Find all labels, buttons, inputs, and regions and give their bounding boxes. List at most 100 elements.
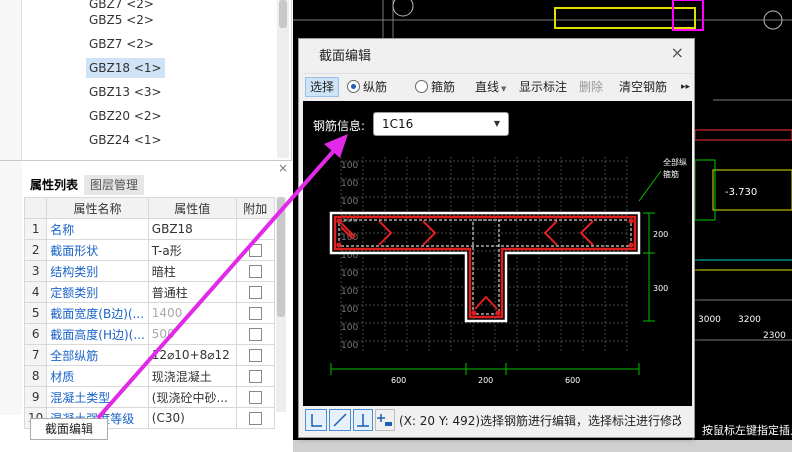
column-header-name: 属性名称 bbox=[46, 197, 149, 219]
rebar-info-value: 1C16 bbox=[382, 117, 414, 131]
chevron-down-icon: ▼ bbox=[493, 119, 500, 128]
tab-layer-manager[interactable]: 图层管理 bbox=[84, 175, 145, 195]
property-name: 全部纵筋 bbox=[46, 344, 149, 366]
radio-icon bbox=[415, 80, 428, 93]
row-num: 6 bbox=[23, 323, 48, 345]
tree-item[interactable]: GBZ5 <2> bbox=[86, 10, 157, 30]
table-row[interactable]: 7 全部纵筋 12⌀10+8⌀12 bbox=[23, 344, 275, 366]
clear-rebar-button[interactable]: 清空钢筋 bbox=[619, 77, 667, 97]
radio-checked-icon bbox=[347, 80, 360, 93]
extra-cell bbox=[235, 323, 275, 345]
row-num: 5 bbox=[23, 302, 48, 324]
row-num: 7 bbox=[23, 344, 48, 366]
extra-checkbox[interactable] bbox=[248, 265, 262, 278]
property-value: 500 bbox=[147, 323, 237, 345]
property-value[interactable]: 12⌀10+8⌀12 bbox=[147, 344, 237, 366]
property-value: 1400 bbox=[147, 302, 237, 324]
property-name: 定额类别 bbox=[46, 281, 149, 303]
tree-item[interactable]: GBZ13 <3> bbox=[86, 82, 165, 102]
annotation-text: 全部纵 bbox=[663, 157, 687, 167]
table-row[interactable]: 3 结构类别 暗柱 bbox=[23, 260, 275, 282]
dim-label: 300 bbox=[653, 284, 668, 293]
property-value[interactable]: T-a形 bbox=[147, 239, 237, 261]
delete-button[interactable]: 删除 bbox=[579, 77, 603, 97]
grid-label: 100 bbox=[341, 323, 358, 333]
grid-label: 100 bbox=[341, 161, 358, 171]
grid-label: 100 bbox=[341, 341, 358, 351]
tree-scrollbar[interactable] bbox=[277, 0, 289, 158]
column-header-num bbox=[23, 197, 48, 219]
extra-cell bbox=[235, 260, 275, 282]
dim-label: 600 bbox=[391, 376, 406, 385]
line-dropdown[interactable]: 直线 ▼ bbox=[475, 77, 506, 97]
close-icon[interactable]: × bbox=[671, 43, 684, 62]
dim-label: 200 bbox=[478, 376, 493, 385]
table-row[interactable]: 6 截面高度(H边)(... 500 bbox=[23, 323, 275, 345]
dim-label: 200 bbox=[653, 230, 668, 239]
extra-cell bbox=[235, 218, 275, 240]
cad-dim-text: 3000 bbox=[698, 315, 721, 325]
row-num: 1 bbox=[23, 218, 48, 240]
extra-checkbox[interactable] bbox=[248, 349, 262, 362]
extra-cell bbox=[235, 365, 275, 387]
close-icon[interactable]: × bbox=[278, 161, 288, 175]
extra-checkbox[interactable] bbox=[248, 244, 262, 257]
tree-item[interactable]: GBZ20 <2> bbox=[86, 106, 165, 126]
extra-checkbox[interactable] bbox=[248, 370, 262, 383]
tree-item-selected[interactable]: GBZ18 <1> bbox=[86, 58, 165, 78]
perpendicular-icon[interactable] bbox=[353, 409, 373, 431]
row-num: 2 bbox=[23, 239, 48, 261]
cad-dim-text: 2300 bbox=[763, 331, 786, 341]
section-edit-dialog: 截面编辑 × 选择 纵筋 箍筋 直线 ▼ 显示标注 删除 清空钢筋 ▸▸ 100 1… bbox=[298, 38, 695, 438]
add-point-icon[interactable] bbox=[375, 409, 395, 431]
tab-property-list[interactable]: 属性列表 bbox=[24, 175, 85, 195]
more-icon[interactable]: ▸▸ bbox=[681, 77, 690, 97]
tree-gutter bbox=[0, 0, 22, 160]
section-canvas[interactable]: 100 100 100 100 100 100 100 100 100 100 100 bbox=[303, 101, 692, 406]
property-value[interactable]: 现浇混凝土 bbox=[147, 365, 237, 387]
extra-checkbox[interactable] bbox=[248, 307, 262, 320]
rebar-info-select[interactable]: 1C16 ▼ bbox=[373, 112, 509, 136]
grid-label: 100 bbox=[341, 287, 358, 297]
panel-gutter bbox=[0, 161, 22, 415]
property-scrollbar[interactable] bbox=[276, 197, 286, 412]
extra-checkbox[interactable] bbox=[248, 286, 262, 299]
table-row[interactable]: 5 截面宽度(B边)(... 1400 bbox=[23, 302, 275, 324]
table-row[interactable]: 2 截面形状 T-a形 bbox=[23, 239, 275, 261]
slope-icon[interactable] bbox=[329, 409, 351, 431]
cad-dim-text: 3200 bbox=[738, 315, 761, 325]
rebar-info-label: 钢筋信息: bbox=[313, 119, 366, 133]
extra-checkbox[interactable] bbox=[248, 391, 262, 404]
table-row[interactable]: 4 定额类别 普通柱 bbox=[23, 281, 275, 303]
inner-links bbox=[338, 219, 632, 315]
show-labels-button[interactable]: 显示标注 bbox=[519, 77, 567, 97]
dimension-lines bbox=[330, 170, 662, 375]
table-header-row: 属性名称 属性值 附加 bbox=[23, 197, 275, 219]
stirrup-radio[interactable]: 箍筋 bbox=[415, 77, 455, 97]
cad-hint-text: 按鼠标左键指定插入 bbox=[702, 423, 792, 437]
row-num: 3 bbox=[23, 260, 48, 282]
table-row[interactable]: 1 名称 GBZ18 bbox=[23, 218, 275, 240]
property-value[interactable]: (现浇砼中砂... bbox=[147, 386, 237, 408]
property-name: 截面高度(H边)(... bbox=[46, 323, 149, 345]
select-button[interactable]: 选择 bbox=[305, 77, 340, 97]
dim-label: 600 bbox=[565, 376, 580, 385]
orthogonal-icon[interactable] bbox=[305, 409, 327, 431]
extra-checkbox[interactable] bbox=[248, 412, 262, 425]
stirrup-outline bbox=[333, 215, 637, 319]
section-edit-button[interactable]: 截面编辑 bbox=[30, 418, 108, 440]
tree-item[interactable]: GBZ7 <2> bbox=[86, 34, 157, 54]
property-value[interactable]: 普通柱 bbox=[147, 281, 237, 303]
property-name: 截面形状 bbox=[46, 239, 149, 261]
extra-cell bbox=[235, 386, 275, 408]
tree-item[interactable]: GBZ24 <1> bbox=[86, 130, 165, 150]
extra-checkbox[interactable] bbox=[248, 328, 262, 341]
property-value[interactable]: GBZ18 bbox=[147, 218, 237, 240]
property-value[interactable]: 暗柱 bbox=[147, 260, 237, 282]
table-row[interactable]: 9 混凝土类型 (现浇砼中砂... bbox=[23, 386, 275, 408]
table-row[interactable]: 8 材质 现浇混凝土 bbox=[23, 365, 275, 387]
longitudinal-radio[interactable]: 纵筋 bbox=[347, 77, 387, 97]
property-name: 混凝土类型 bbox=[46, 386, 149, 408]
property-value[interactable]: (C30) bbox=[147, 407, 237, 429]
grid-label: 100 bbox=[341, 269, 358, 279]
